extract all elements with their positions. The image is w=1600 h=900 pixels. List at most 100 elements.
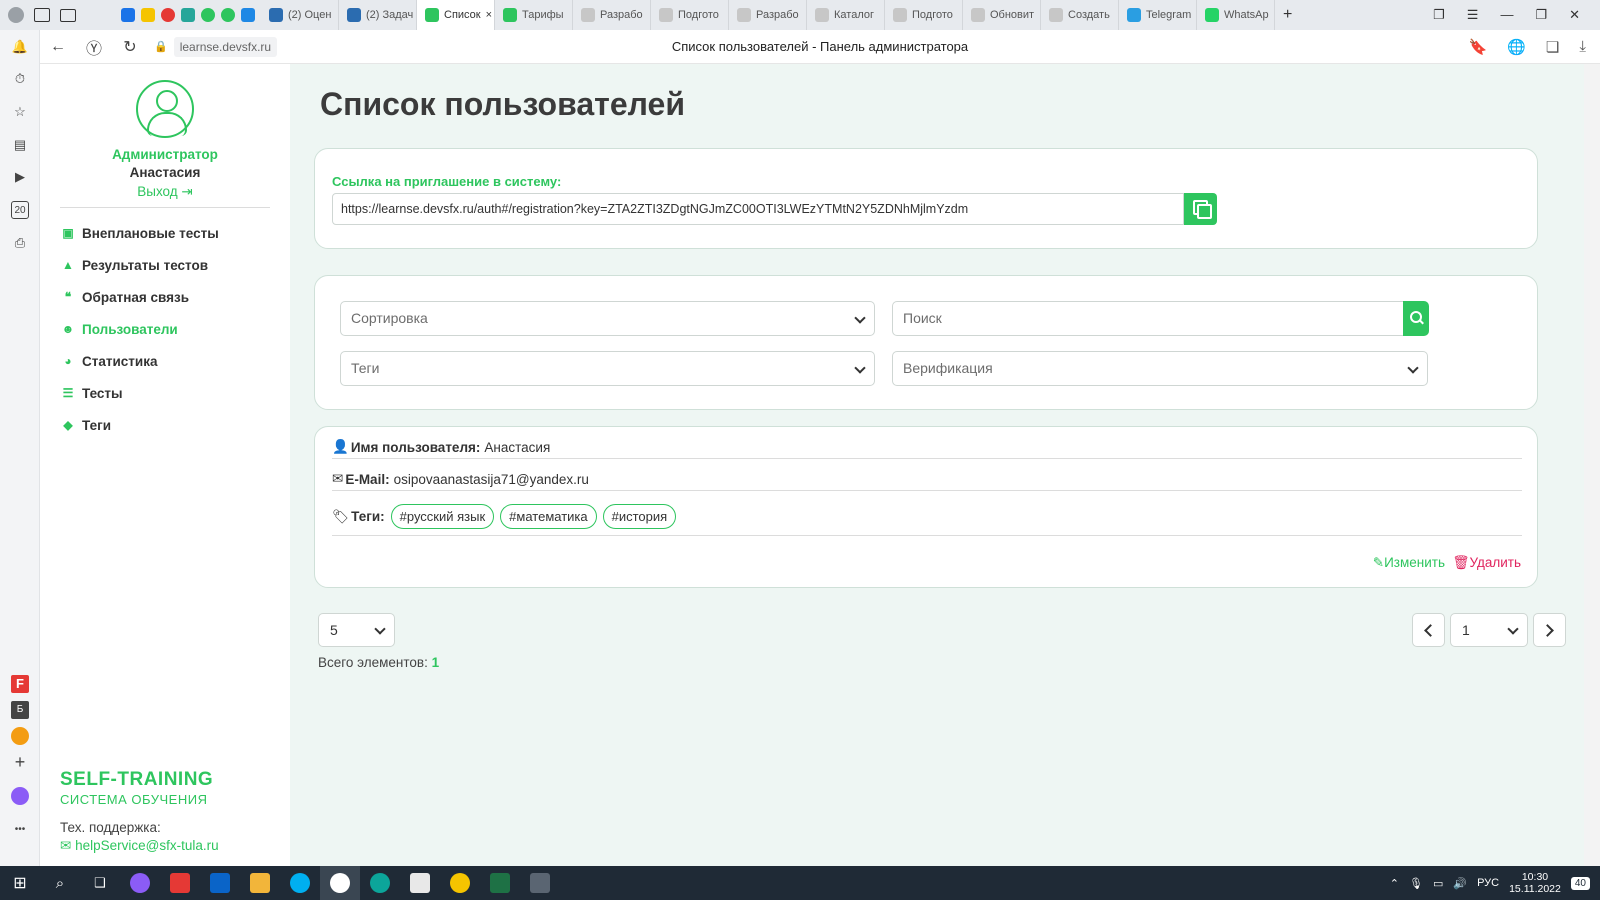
sort-select[interactable]: Сортировка [340, 301, 875, 336]
sidebar-item[interactable]: ☻ Пользователи [60, 313, 219, 345]
copy-link-button[interactable] [1184, 193, 1217, 225]
notifications-badge[interactable]: 40 [1570, 876, 1590, 890]
clock[interactable]: 10:30 15.11.2022 [1509, 871, 1561, 895]
pinned-tab-icon[interactable] [161, 8, 175, 22]
pinned-tab-icon[interactable] [201, 8, 215, 22]
search-button[interactable] [1403, 301, 1429, 336]
yandex-browser-taskbar-icon[interactable] [320, 866, 360, 900]
language-indicator[interactable]: РУС [1477, 877, 1499, 889]
task-view-icon[interactable]: ❑ [80, 866, 120, 900]
bookmark-icon[interactable]: 🔖 [1469, 38, 1488, 56]
tag-chip[interactable]: #русский язык [390, 504, 495, 529]
search-taskbar-icon[interactable]: ⌕ [40, 866, 80, 900]
close-tab-icon[interactable]: × [486, 9, 492, 21]
screenshot-icon[interactable]: ⎙ [11, 234, 29, 252]
volume-icon[interactable]: 🔊 [1453, 877, 1467, 890]
calendar-badge-icon[interactable] [34, 8, 50, 22]
outlook-taskbar-icon[interactable] [200, 866, 240, 900]
excel-taskbar-icon[interactable] [480, 866, 520, 900]
translate-icon[interactable]: 🌐 [1507, 38, 1526, 56]
new-folder-icon[interactable] [60, 8, 76, 22]
pinned-tab-icon[interactable] [181, 8, 195, 22]
browser-tab[interactable]: Разрабо [573, 0, 651, 30]
pinned-tab-icon[interactable] [221, 8, 235, 22]
tab-manager-icon[interactable]: ❐ [1433, 7, 1445, 23]
browser-tab[interactable]: Подгото [651, 0, 729, 30]
browser-tab[interactable]: Список × [417, 0, 495, 30]
browser-tab[interactable]: (2) Задач [339, 0, 417, 30]
sidebar-item[interactable]: ▣ Внеплановые тесты [60, 217, 218, 249]
browser-tab[interactable]: Создать [1041, 0, 1119, 30]
delete-user-button[interactable]: 🗑Удалить [1452, 555, 1521, 571]
more-icon[interactable]: ••• [11, 821, 29, 839]
sidebar-item[interactable]: ◕ Статистика [60, 345, 219, 377]
edge-taskbar-icon[interactable] [360, 866, 400, 900]
reload-icon[interactable]: ↻ [112, 37, 148, 57]
logout-link[interactable]: Выход ⇥ [40, 184, 290, 200]
close-window-button[interactable]: ✕ [1569, 7, 1580, 23]
sidebar-item[interactable]: ☰ Тесты [60, 377, 219, 409]
star-icon[interactable]: ☆ [11, 103, 29, 121]
skype-taskbar-icon[interactable] [280, 866, 320, 900]
yandex-taskbar-icon[interactable] [160, 866, 200, 900]
calendar-icon[interactable]: 20 [11, 201, 29, 219]
edit-user-button[interactable]: ✎Изменить [1373, 555, 1445, 571]
support-email-link[interactable]: ✉ helpService@sfx-tula.ru [60, 838, 219, 854]
add-panel-icon[interactable]: + [11, 753, 29, 771]
prev-page-button[interactable] [1412, 613, 1445, 647]
sidebar-item[interactable]: ◆ Теги [60, 409, 219, 441]
menu-icon[interactable]: ☰ [1467, 7, 1479, 23]
history-clock-icon[interactable]: ⏱ [11, 70, 29, 88]
tag-chip[interactable]: #история [602, 504, 677, 529]
browser-tab[interactable]: Обновит [963, 0, 1041, 30]
tags-select[interactable]: Теги [340, 351, 875, 386]
network-icon[interactable]: ▭ [1433, 877, 1443, 890]
invite-link-field[interactable]: https://learnse.devsfx.ru/auth#/registra… [332, 193, 1184, 225]
alice-taskbar-icon[interactable] [120, 866, 160, 900]
minimize-button[interactable]: — [1500, 7, 1513, 23]
browser-tab[interactable]: WhatsAp [1197, 0, 1275, 30]
sidebar-item[interactable]: ❝ Обратная связь [60, 281, 219, 313]
slack-taskbar-icon[interactable] [400, 866, 440, 900]
page-size-select[interactable]: 5 [318, 613, 395, 647]
pinned-tab-icon[interactable] [241, 8, 255, 22]
explorer-taskbar-icon[interactable] [240, 866, 280, 900]
scrollbar[interactable] [1584, 64, 1600, 866]
ie-taskbar-icon[interactable] [440, 866, 480, 900]
sidebar-item[interactable]: ▲ Результаты тестов [60, 249, 219, 281]
pinned-tab-icon[interactable] [121, 8, 135, 22]
browser-tab[interactable]: Каталог [807, 0, 885, 30]
downloads-icon[interactable]: ⤓ [1579, 38, 1586, 56]
start-button[interactable]: ⊞ [0, 866, 40, 900]
page-select[interactable]: 1 [1450, 613, 1528, 647]
search-input[interactable]: Поиск [892, 301, 1404, 336]
chevron-up-icon[interactable]: ⌃ [1390, 877, 1399, 890]
restore-button[interactable]: ❐ [1535, 7, 1547, 23]
verification-select[interactable]: Верификация [892, 351, 1428, 386]
browser-tab[interactable]: Разрабо [729, 0, 807, 30]
bell-icon[interactable]: 🔔 [11, 38, 29, 56]
url-field[interactable]: learnse.devsfx.ru [173, 36, 278, 57]
browser-tab[interactable]: Тарифы [495, 0, 573, 30]
browser-tab[interactable]: Telegram [1119, 0, 1197, 30]
mic-icon[interactable]: 🎙 [1409, 877, 1423, 890]
notes-icon[interactable]: ▤ [11, 136, 29, 154]
app-orange-icon[interactable] [11, 727, 29, 745]
play-icon[interactable]: ▶ [11, 168, 29, 186]
back-arrow-icon[interactable]: ← [40, 38, 76, 56]
collections-icon[interactable]: ❏ [1546, 38, 1559, 56]
browser-tab[interactable]: Подгото [885, 0, 963, 30]
calculator-taskbar-icon[interactable] [520, 866, 560, 900]
tab-favicon-icon [737, 8, 751, 22]
app-b-icon[interactable]: Б [11, 701, 29, 719]
app-f-icon[interactable]: F [11, 675, 29, 693]
new-tab-button[interactable]: + [1275, 0, 1300, 30]
browser-tab[interactable]: (2) Оцен [261, 0, 339, 30]
alice-assistant-icon[interactable] [11, 787, 29, 805]
profile-icon[interactable] [8, 7, 24, 23]
tab-favicon-icon [893, 8, 907, 22]
tag-chip[interactable]: #математика [500, 504, 597, 529]
next-page-button[interactable] [1533, 613, 1566, 647]
yandex-icon[interactable]: Ⓨ [76, 35, 112, 59]
pinned-tab-icon[interactable] [141, 8, 155, 22]
